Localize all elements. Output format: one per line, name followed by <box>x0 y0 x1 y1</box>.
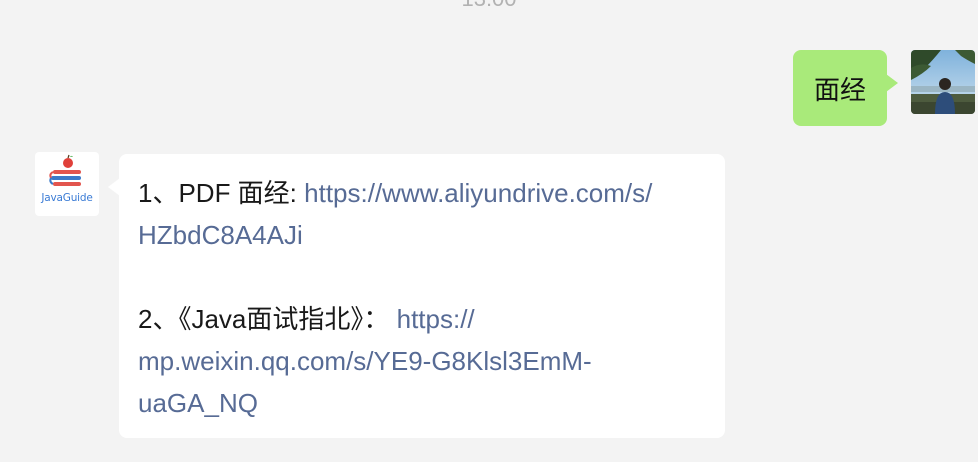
weixin-link-continued[interactable]: mp.weixin.qq.com/s/YE9-G8Klsl3EmM- <box>138 340 707 382</box>
item1-prefix: 1、PDF 面经: <box>138 178 305 208</box>
incoming-message-bubble[interactable]: 1、PDF 面经: https://www.aliyundrive.com/s/… <box>108 154 725 438</box>
javaguide-logo-icon <box>49 154 81 186</box>
weixin-link[interactable]: https:// <box>397 304 475 334</box>
item2-prefix: 2、《Java面试指北》： <box>138 304 397 334</box>
user-avatar[interactable] <box>911 50 975 114</box>
outgoing-message-text: 面经 <box>813 74 866 105</box>
outgoing-message-bubble[interactable]: 面经 <box>793 50 898 126</box>
item1-line: 1、PDF 面经: https://www.aliyundrive.com/s/ <box>138 172 707 214</box>
javaguide-caption: JavaGuide <box>41 192 93 204</box>
message-timestamp: 13:00 <box>0 0 978 12</box>
aliyundrive-link-continued[interactable]: HZbdC8A4AJi <box>138 214 707 256</box>
weixin-link-end[interactable]: uaGA_NQ <box>138 382 707 424</box>
javaguide-avatar[interactable]: JavaGuide <box>35 152 99 216</box>
aliyundrive-link[interactable]: https://www.aliyundrive.com/s/ <box>304 178 652 208</box>
item2-line: 2、《Java面试指北》： https:// <box>138 298 707 340</box>
user-avatar-photo <box>911 50 975 114</box>
